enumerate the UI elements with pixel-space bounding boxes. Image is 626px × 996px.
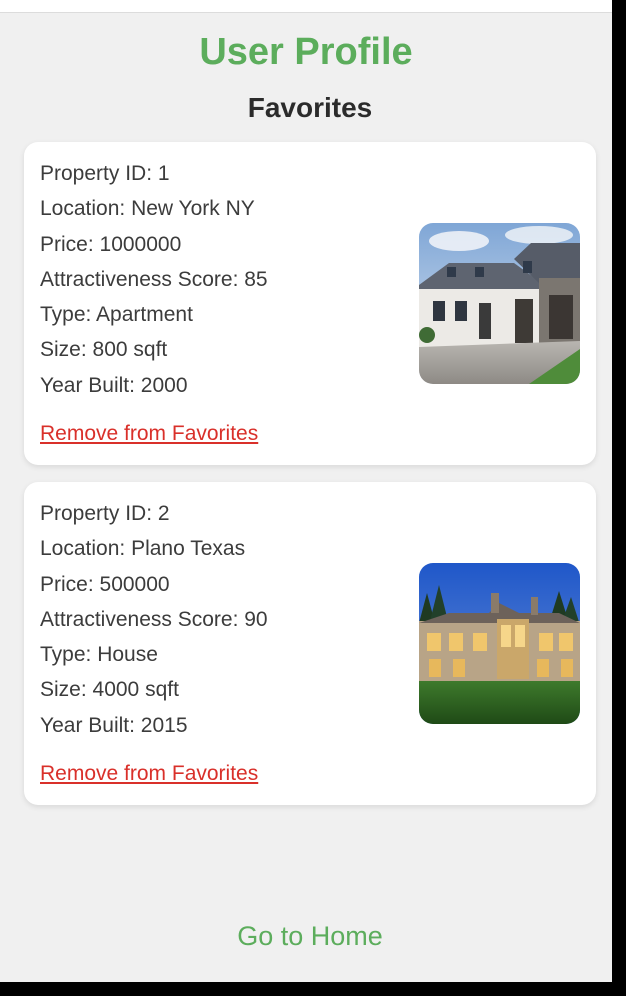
property-photo [419,563,580,724]
favorite-card: Property ID: 2 Location: Plano Texas Pri… [24,482,596,805]
property-year-built: Year Built: 2015 [40,713,188,737]
go-to-home-link[interactable]: Go to Home [0,918,612,954]
property-details: Property ID: 1 Location: New York NY Pri… [40,156,268,403]
property-photo [419,223,580,384]
property-type: Type: House [40,643,158,667]
property-year-built: Year Built: 2000 [40,373,188,397]
property-price: Price: 1000000 [40,232,182,256]
top-bar [0,0,612,13]
property-type: Type: Apartment [40,303,193,327]
property-price: Price: 500000 [40,572,170,596]
property-size: Size: 800 sqft [40,338,168,362]
property-location: Location: Plano Texas [40,537,246,561]
remove-from-favorites-link[interactable]: Remove from Favorites [40,760,258,788]
property-id: Property ID: 2 [40,502,170,525]
property-details: Property ID: 2 Location: Plano Texas Pri… [40,496,268,743]
property-score: Attractiveness Score: 85 [40,267,268,291]
property-id: Property ID: 1 [40,162,170,185]
page-title: User Profile [199,31,413,73]
remove-from-favorites-link[interactable]: Remove from Favorites [40,420,258,448]
user-profile-screen: User Profile Favorites Property ID: 1 Lo… [0,0,612,982]
favorite-card: Property ID: 1 Location: New York NY Pri… [24,142,596,465]
favorites-heading: Favorites [247,92,373,123]
property-size: Size: 4000 sqft [40,678,179,702]
property-score: Attractiveness Score: 90 [40,607,268,631]
property-location: Location: New York NY [40,197,255,221]
